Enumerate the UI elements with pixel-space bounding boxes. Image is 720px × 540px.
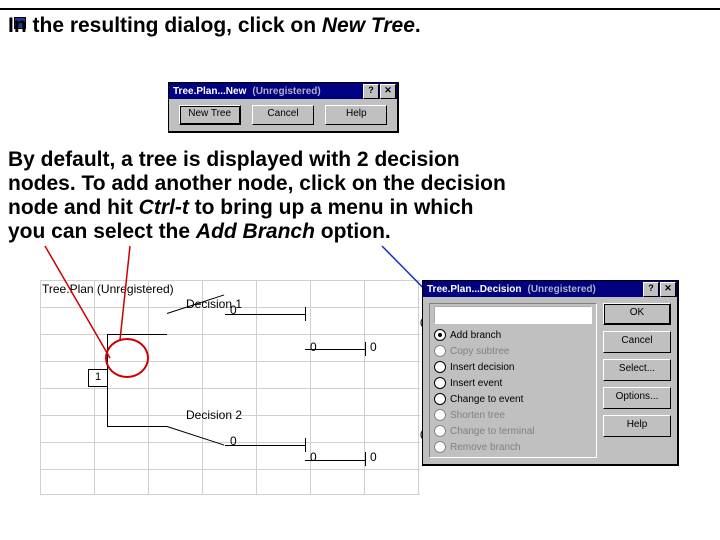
ok-button[interactable]: OK <box>603 303 671 325</box>
p2c-post: to bring up a menu in which <box>189 196 474 219</box>
options-button[interactable]: Options... <box>603 387 671 409</box>
p2-line-a: By default, a tree is displayed with 2 d… <box>8 148 718 172</box>
decision-node-root[interactable]: 1 <box>88 369 108 387</box>
tree-diagram: Tree.Plan (Unregistered) Decision 1 Deci… <box>40 280 420 495</box>
callout-circle <box>105 338 149 378</box>
para1-em: New Tree <box>322 14 415 37</box>
close-icon[interactable]: ✕ <box>660 282 676 297</box>
dialog2-title-active: Tree.Plan...Decision <box>423 284 525 295</box>
para1-pre: In the resulting dialog, click on <box>8 14 322 37</box>
dialog1-title-inactive: (Unregistered) <box>250 86 322 97</box>
para1-post: . <box>415 14 421 37</box>
p2-line-b: nodes. To add another node, click on the… <box>8 172 718 196</box>
decision-dialog: Tree.Plan...Decision (Unregistered) ? ✕ … <box>422 280 679 466</box>
tree-title: Tree.Plan (Unregistered) <box>42 282 174 296</box>
decision-2-label: Decision 2 <box>186 408 242 422</box>
p2c-pre: node and hit <box>8 196 139 219</box>
cancel-button[interactable]: Cancel <box>252 105 314 125</box>
top-rule <box>0 8 720 10</box>
p2d-em: Add Branch <box>196 220 315 243</box>
help-button-2[interactable]: Help <box>603 415 671 437</box>
paragraph-1: In the resulting dialog, click on New Tr… <box>8 14 708 38</box>
selection-field[interactable] <box>434 306 592 324</box>
cancel-button-2[interactable]: Cancel <box>603 331 671 353</box>
p2d-post: option. <box>315 220 391 243</box>
zero-1: 0 <box>230 303 237 317</box>
p2d-pre: you can select the <box>8 220 196 243</box>
help-icon[interactable]: ? <box>363 84 379 99</box>
help-button[interactable]: Help <box>325 105 387 125</box>
radio-change-to-terminal: Change to terminal <box>434 423 592 439</box>
p2c-em: Ctrl-t <box>139 196 189 219</box>
zero-2: 0 <box>310 340 317 354</box>
radio-insert-event[interactable]: Insert event <box>434 375 592 391</box>
paragraph-2: By default, a tree is displayed with 2 d… <box>8 148 718 245</box>
dialog1-title-active: Tree.Plan...New <box>169 86 250 97</box>
dialog2-title-inactive: (Unregistered) <box>525 284 597 295</box>
radio-insert-decision[interactable]: Insert decision <box>434 359 592 375</box>
radio-copy-subtree: Copy subtree <box>434 343 592 359</box>
help-icon[interactable]: ? <box>643 282 659 297</box>
radio-add-branch[interactable]: Add branch <box>434 327 592 343</box>
zero-6: 0 <box>310 450 317 464</box>
new-tree-button[interactable]: New Tree <box>179 105 241 125</box>
zero-3: 0 <box>370 340 377 354</box>
new-tree-dialog: Tree.Plan...New (Unregistered) ? ✕ New T… <box>168 82 399 133</box>
select-button[interactable]: Select... <box>603 359 671 381</box>
dialog2-titlebar[interactable]: Tree.Plan...Decision (Unregistered) ? ✕ <box>423 281 677 297</box>
radio-change-to-event[interactable]: Change to event <box>434 391 592 407</box>
close-icon[interactable]: ✕ <box>380 84 396 99</box>
zero-5: 0 <box>230 434 237 448</box>
radio-remove-branch: Remove branch <box>434 439 592 455</box>
options-panel: Add branch Copy subtree Insert decision … <box>429 303 597 458</box>
radio-shorten-tree: Shorten tree <box>434 407 592 423</box>
dialog1-titlebar[interactable]: Tree.Plan...New (Unregistered) ? ✕ <box>169 83 397 99</box>
zero-7: 0 <box>370 450 377 464</box>
